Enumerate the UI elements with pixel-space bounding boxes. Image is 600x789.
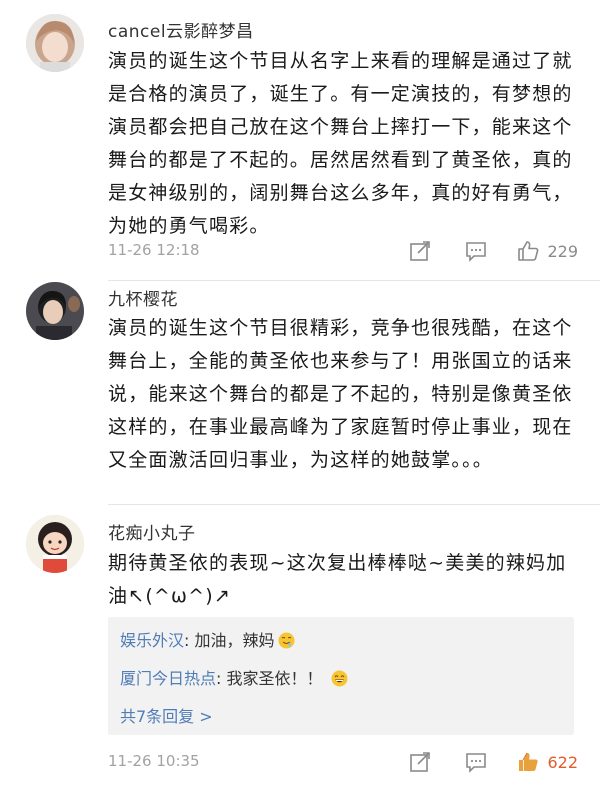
reply-text: : 我家圣依！！ (216, 669, 323, 688)
timestamp: 11-26 10:35 (108, 752, 200, 770)
divider (108, 504, 600, 505)
comment-text: 演员的诞生这个节目很精彩，竞争也很残酷，在这个舞台上，全能的黄圣依也来参与了！用… (108, 317, 573, 471)
username[interactable]: 花痴小丸子 (108, 519, 196, 544)
more-replies-link[interactable]: 共7条回复 > (120, 703, 213, 727)
drooling-face-icon (278, 632, 294, 649)
avatar-image (26, 282, 84, 340)
avatar-image (26, 515, 84, 573)
comment-text: 期待黄圣依的表现~这次复出棒棒哒~美美的辣妈加油↖(^ω^)↗ (108, 552, 567, 607)
reply-box: 娱乐外汉: 加油，辣妈 厦门今日热点: 我家圣依！！ 共7条回复 > (108, 617, 574, 735)
comment-icon[interactable] (465, 751, 487, 773)
reply-user[interactable]: 娱乐外汉 (120, 631, 184, 650)
comment-1: cancel云影醉梦昌 演员的诞生这个节目从名字上来看的理解是通过了就是合格的演… (0, 0, 600, 285)
reply-item: 厦门今日热点: 我家圣依！！ (120, 665, 348, 689)
avatar[interactable] (26, 515, 84, 573)
avatar-image (26, 14, 84, 72)
username[interactable]: cancel云影醉梦昌 (108, 17, 254, 42)
meta-row: 11-26 10:35 622 (108, 750, 578, 774)
like-count: 229 (547, 241, 578, 261)
thumbs-up-icon[interactable] (517, 240, 539, 262)
reply-item: 娱乐外汉: 加油，辣妈 (120, 627, 295, 651)
username[interactable]: 九杯樱花 (108, 285, 178, 310)
reply-text: : 加油，辣妈 (184, 631, 275, 650)
avatar[interactable] (26, 14, 84, 72)
timestamp: 11-26 12:18 (108, 241, 200, 259)
comment-text: 演员的诞生这个节目从名字上来看的理解是通过了就是合格的演员了，诞生了。有一定演技… (108, 50, 573, 237)
reply-user[interactable]: 厦门今日热点 (120, 669, 216, 688)
like-count: 622 (547, 752, 578, 772)
comment-icon[interactable] (465, 240, 487, 262)
action-bar: 229 (409, 239, 578, 263)
meta-row: 11-26 12:18 229 (108, 239, 578, 263)
avatar[interactable] (26, 282, 84, 340)
divider (108, 280, 600, 281)
share-icon[interactable] (409, 751, 431, 773)
share-icon[interactable] (409, 240, 431, 262)
action-bar: 622 (409, 750, 578, 774)
grinning-face-icon (331, 670, 347, 687)
thumbs-up-filled-icon[interactable] (517, 751, 539, 773)
